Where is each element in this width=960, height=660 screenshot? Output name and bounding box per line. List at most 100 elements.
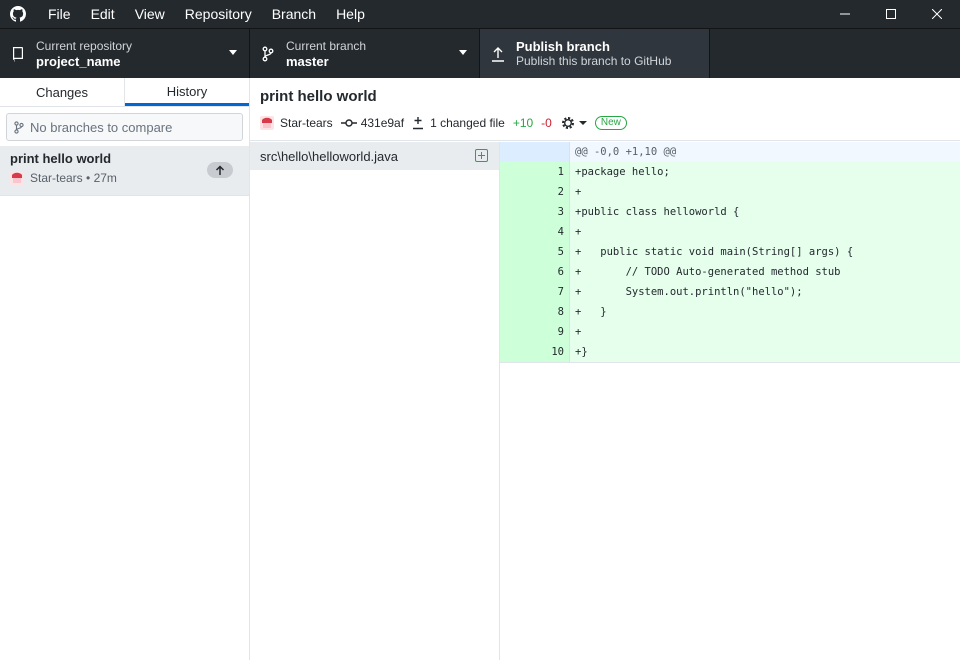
- file-added-icon: [475, 149, 488, 162]
- commit-author: Star-tears: [280, 116, 333, 130]
- line-number: 6: [535, 262, 570, 282]
- unpushed-badge: [207, 162, 233, 178]
- changed-files-list: src\hello\helloworld.java: [250, 142, 500, 660]
- gutter-old: [500, 282, 535, 302]
- minimize-icon: [840, 13, 850, 15]
- gutter-old: [500, 162, 535, 182]
- branch-icon: [250, 46, 286, 62]
- diff-line: 8 + }: [500, 302, 960, 322]
- diff-line: 1 +package hello;: [500, 162, 960, 182]
- line-number: 8: [535, 302, 570, 322]
- menu-edit[interactable]: Edit: [81, 0, 125, 28]
- gutter-old: [500, 202, 535, 222]
- code-line: + // TODO Auto-generated method stub: [570, 262, 960, 282]
- code-line: +: [570, 222, 960, 242]
- branch-name: master: [286, 53, 329, 69]
- line-number: 1: [535, 162, 570, 182]
- gutter-old: [500, 302, 535, 322]
- commit-time: 27m: [93, 171, 117, 185]
- github-logo-icon: [0, 0, 36, 28]
- diff-end-divider: [500, 362, 960, 363]
- branch-icon: [14, 120, 24, 134]
- branch-label: Current branch: [286, 38, 367, 53]
- repo-label: Current repository: [36, 38, 133, 53]
- tab-changes[interactable]: Changes: [0, 78, 125, 106]
- repo-name: project_name: [36, 53, 121, 69]
- publish-description: Publish this branch to GitHub: [516, 53, 672, 68]
- sidebar-tabs: Changes History: [0, 78, 249, 107]
- line-number: 5: [535, 242, 570, 262]
- menu-help[interactable]: Help: [326, 0, 375, 28]
- code-line: +: [570, 322, 960, 342]
- publish-label: Publish branch: [516, 38, 610, 54]
- commit-author: Star-tears: [30, 171, 83, 185]
- maximize-button[interactable]: [868, 0, 914, 28]
- repo-icon: [0, 46, 36, 62]
- diff-icon: [413, 117, 424, 130]
- code-line: + System.out.println("hello");: [570, 282, 960, 302]
- commit-summary-title: print hello world: [260, 88, 377, 105]
- gutter-old: [500, 222, 535, 242]
- publish-branch-button[interactable]: Publish branch Publish this branch to Gi…: [480, 29, 710, 78]
- diff-view: @@ -0,0 +1,10 @@ 1 +package hello; 2 +3 +pub…: [500, 142, 960, 363]
- line-number: 2: [535, 182, 570, 202]
- additions-count: +10: [512, 116, 534, 130]
- code-line: + public static void main(String[] args)…: [570, 242, 960, 262]
- code-line: +: [570, 182, 960, 202]
- diff-line: 5 + public static void main(String[] args…: [500, 242, 960, 262]
- branch-compare-input[interactable]: No branches to compare: [6, 113, 243, 141]
- gutter-old: [500, 242, 535, 262]
- line-number: 10: [535, 342, 570, 362]
- diff-settings-button[interactable]: [560, 115, 587, 131]
- commit-list-item[interactable]: print hello world Star-tears • 27m: [0, 146, 249, 196]
- avatar: [10, 171, 24, 185]
- commit-metadata: Star-tears 431e9af 1 changed file +10 -0…: [260, 115, 950, 131]
- code-line: +package hello;: [570, 162, 960, 182]
- menu-file[interactable]: File: [38, 0, 81, 28]
- line-number: 4: [535, 222, 570, 242]
- deletions-count: -0: [541, 116, 552, 130]
- minimize-button[interactable]: [822, 0, 868, 28]
- current-repository-button[interactable]: Current repository project_name: [0, 29, 250, 78]
- line-number: 9: [535, 322, 570, 342]
- window-controls: [822, 0, 960, 28]
- gutter-old: [500, 342, 535, 362]
- commit-summary-header: print hello world Star-tears 431e9af 1 c…: [250, 78, 960, 141]
- menu-branch[interactable]: Branch: [262, 0, 326, 28]
- diff-line: 2 +: [500, 182, 960, 202]
- code-line: +}: [570, 342, 960, 362]
- diff-line: 6 + // TODO Auto-generated method stub: [500, 262, 960, 282]
- gutter-old: [500, 262, 535, 282]
- compare-placeholder: No branches to compare: [30, 119, 173, 135]
- diff-line: 10 +}: [500, 342, 960, 362]
- diff-line: 7 + System.out.println("hello");: [500, 282, 960, 302]
- menu-view[interactable]: View: [125, 0, 175, 28]
- close-button[interactable]: [914, 0, 960, 28]
- meta-separator: •: [82, 171, 94, 185]
- current-branch-button[interactable]: Current branch master: [250, 29, 480, 78]
- tab-history[interactable]: History: [125, 78, 249, 106]
- maximize-icon: [886, 9, 896, 19]
- gutter-old: [500, 142, 535, 162]
- changed-files-count: 1 changed file: [430, 116, 505, 130]
- gutter-new: [535, 142, 570, 162]
- code-line: + }: [570, 302, 960, 322]
- close-icon: [932, 9, 942, 19]
- file-list-item[interactable]: src\hello\helloworld.java: [250, 142, 499, 170]
- diff-line: 4 +: [500, 222, 960, 242]
- menu-repository[interactable]: Repository: [175, 0, 262, 28]
- upload-icon: [480, 46, 516, 62]
- title-bar: File Edit View Repository Branch Help: [0, 0, 960, 28]
- avatar: [260, 116, 274, 130]
- menu-bar: File Edit View Repository Branch Help: [38, 0, 375, 28]
- gutter-old: [500, 322, 535, 342]
- file-path: src\hello\helloworld.java: [260, 148, 399, 164]
- diff-line: 3 +public class helloworld {: [500, 202, 960, 222]
- line-number: 7: [535, 282, 570, 302]
- commit-sha[interactable]: 431e9af: [361, 116, 404, 130]
- chevron-down-icon: [578, 121, 587, 125]
- new-badge: New: [594, 116, 627, 130]
- gutter-old: [500, 182, 535, 202]
- toolbar: Current repository project_name Current …: [0, 28, 960, 78]
- commit-icon: [340, 119, 357, 127]
